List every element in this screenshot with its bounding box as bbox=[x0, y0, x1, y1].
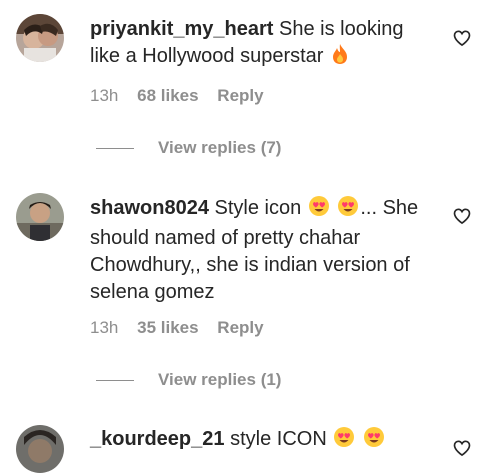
comment-timestamp: 13h bbox=[90, 86, 119, 105]
like-heart-icon[interactable] bbox=[452, 206, 472, 226]
comment-username[interactable]: priyankit_my_heart bbox=[90, 18, 273, 40]
view-replies-label: View replies (7) bbox=[158, 138, 282, 157]
comment-body: style ICON bbox=[230, 428, 327, 450]
heart-eyes-emoji-icon bbox=[363, 426, 385, 456]
replies-divider bbox=[96, 379, 134, 381]
heart-eyes-emoji-icon bbox=[337, 195, 359, 225]
comment-text: shawon8024 Style icon ... She should nam… bbox=[90, 195, 435, 306]
fire-emoji-icon bbox=[330, 43, 350, 73]
likes-count[interactable]: 35 likes bbox=[137, 318, 198, 337]
avatar[interactable] bbox=[16, 14, 64, 62]
comment-text: _kourdeep_21 style ICON bbox=[90, 426, 435, 456]
comment-text: priyankit_my_heart She is looking like a… bbox=[90, 16, 435, 73]
replies-divider bbox=[96, 147, 134, 149]
comment-timestamp: 13h bbox=[90, 318, 119, 337]
reply-button[interactable]: Reply bbox=[217, 318, 263, 337]
view-replies-button[interactable]: View replies (7) bbox=[96, 138, 281, 158]
heart-eyes-emoji-icon bbox=[308, 195, 330, 225]
avatar[interactable] bbox=[16, 193, 64, 241]
comment-username[interactable]: shawon8024 bbox=[90, 197, 209, 219]
like-heart-icon[interactable] bbox=[452, 438, 472, 458]
like-heart-icon[interactable] bbox=[452, 28, 472, 48]
heart-eyes-emoji-icon bbox=[333, 426, 355, 456]
comment-meta: 13h 35 likes Reply bbox=[90, 318, 278, 338]
likes-count[interactable]: 68 likes bbox=[137, 86, 198, 105]
view-replies-label: View replies (1) bbox=[158, 370, 282, 389]
reply-button[interactable]: Reply bbox=[217, 86, 263, 105]
comment-body: Style icon bbox=[214, 197, 302, 219]
avatar[interactable] bbox=[16, 425, 64, 473]
view-replies-button[interactable]: View replies (1) bbox=[96, 370, 281, 390]
comment-username[interactable]: _kourdeep_21 bbox=[90, 428, 225, 450]
comment-meta: 13h 68 likes Reply bbox=[90, 86, 278, 106]
